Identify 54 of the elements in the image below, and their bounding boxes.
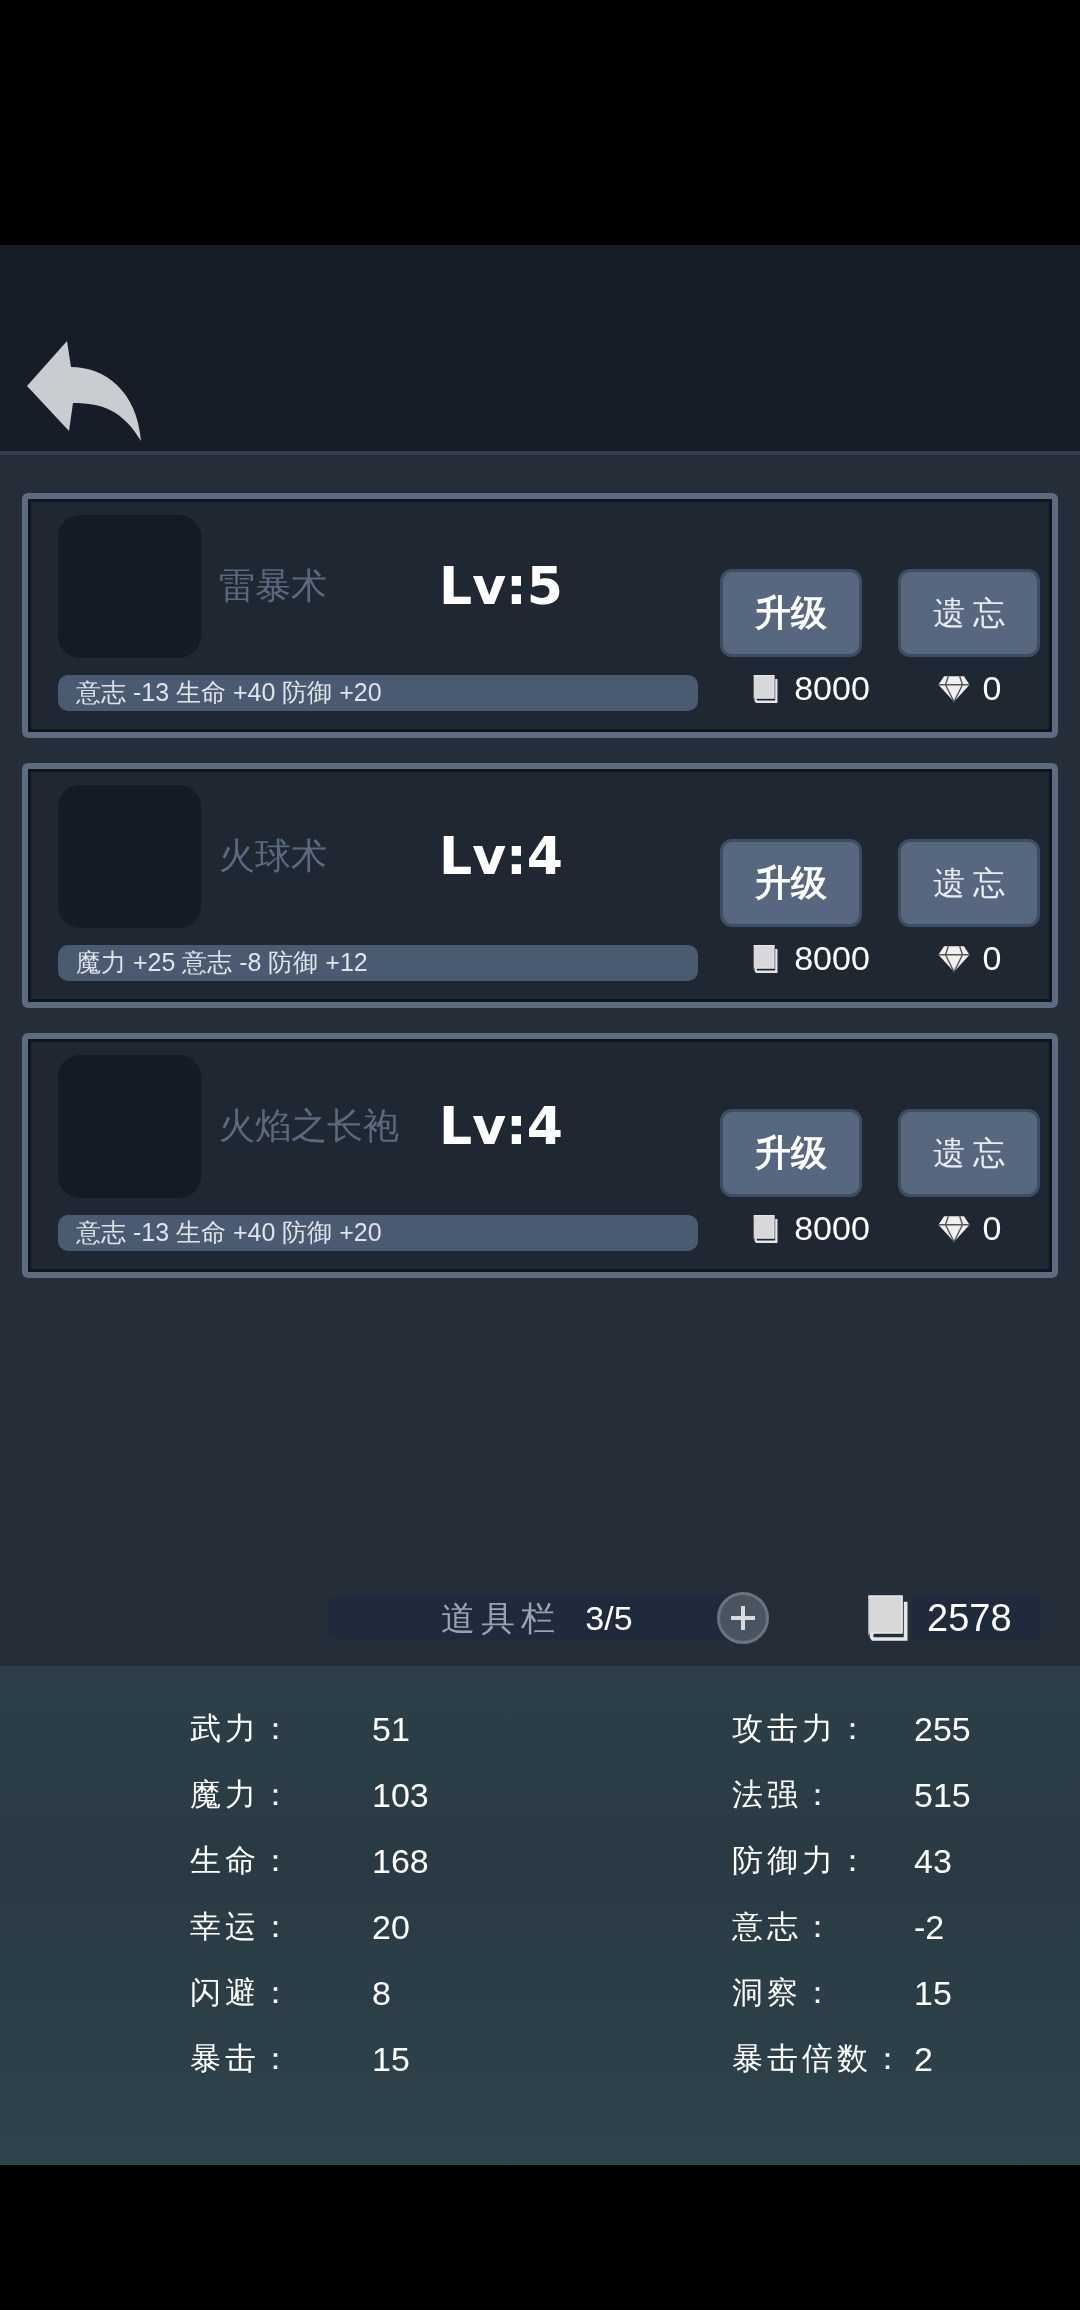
item-bar-count: 3/5: [585, 1597, 633, 1639]
item-bar-label: 道具栏: [441, 1597, 562, 1639]
stat-value: -2: [914, 1906, 945, 1948]
stat-label: 闪避：: [190, 1973, 296, 2012]
stat-label: 意志：: [732, 1907, 838, 1946]
stat-label: 洞察：: [732, 1973, 838, 2012]
skill-name: 雷暴术: [219, 564, 328, 608]
effects-bar: 意志 -13 生命 +40 防御 +20: [58, 675, 698, 711]
plus-icon: [729, 1604, 757, 1632]
skill-name: 火球术: [219, 834, 328, 878]
stat-value: 8: [372, 1972, 391, 2014]
skill-level: Lv:4: [439, 825, 563, 888]
stat-label: 攻击力：: [732, 1709, 873, 1748]
skill-level: Lv:4: [439, 1095, 563, 1158]
upgrade-cost: 8000: [794, 938, 870, 979]
forget-cost: 0: [982, 1208, 1002, 1249]
stat-label: 法强：: [732, 1775, 838, 1814]
stat-label: 武力：: [190, 1709, 296, 1748]
upgrade-button[interactable]: 升级: [720, 569, 862, 657]
forget-button[interactable]: 遗 忘: [898, 1109, 1040, 1197]
stat-label: 幸运：: [190, 1907, 296, 1946]
add-button[interactable]: [717, 1592, 769, 1644]
stat-value: 255: [914, 1708, 971, 1750]
stat-value: 20: [372, 1906, 410, 1948]
stat-label: 暴击倍数：: [732, 2039, 908, 2078]
stat-label: 防御力：: [732, 1841, 873, 1880]
stat-label: 暴击：: [190, 2039, 296, 2078]
stat-label: 魔力：: [190, 1775, 296, 1814]
diamond-icon: [936, 943, 971, 974]
stat-value: 2: [914, 2038, 933, 2080]
upgrade-button[interactable]: 升级: [720, 839, 862, 927]
effects-bar: 魔力 +25 意志 -8 防御 +12: [58, 945, 698, 981]
diamond-icon: [936, 673, 971, 704]
stat-value: 51: [372, 1708, 410, 1750]
upgrade-cost: 8000: [794, 1208, 870, 1249]
stat-label: 生命：: [190, 1841, 296, 1880]
stat-value: 15: [914, 1972, 952, 2014]
stat-value: 15: [372, 2038, 410, 2080]
skill-level: Lv:5: [439, 555, 563, 618]
effects-bar: 意志 -13 生命 +40 防御 +20: [58, 1215, 698, 1251]
stat-value: 43: [914, 1840, 952, 1882]
stat-value: 515: [914, 1774, 971, 1816]
stat-value: 103: [372, 1774, 429, 1816]
forget-cost: 0: [982, 668, 1002, 709]
forget-button[interactable]: 遗 忘: [898, 839, 1040, 927]
skill-name: 火焰之长袍: [219, 1104, 400, 1148]
forget-button[interactable]: 遗 忘: [898, 569, 1040, 657]
forget-cost: 0: [982, 938, 1002, 979]
upgrade-cost: 8000: [794, 668, 870, 709]
stat-value: 168: [372, 1840, 429, 1882]
back-arrow-icon[interactable]: [25, 341, 143, 441]
book-count: 2578: [911, 1595, 1041, 1641]
diamond-icon: [936, 1213, 971, 1244]
upgrade-button[interactable]: 升级: [720, 1109, 862, 1197]
